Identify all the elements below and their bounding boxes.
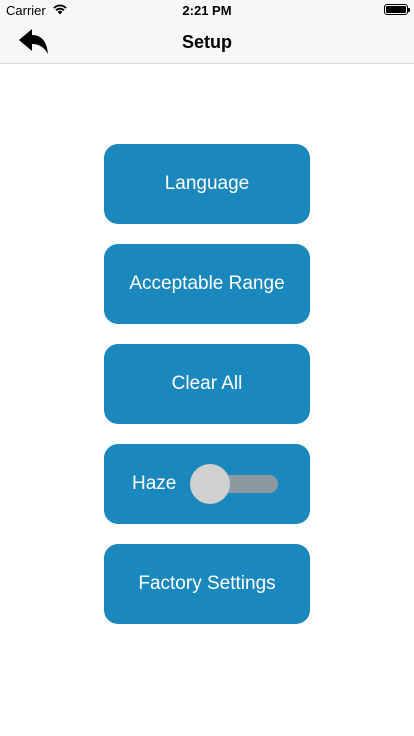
haze-toggle[interactable]: [190, 464, 280, 504]
status-right: [384, 4, 410, 15]
clear-all-button-label: Clear All: [171, 373, 243, 394]
battery-level: [386, 6, 406, 13]
acceptable-range-button[interactable]: Acceptable Range: [104, 244, 310, 324]
setup-menu: Language Acceptable Range Clear All Haze…: [104, 144, 310, 624]
haze-label: Haze: [132, 473, 177, 494]
language-button-label: Language: [164, 173, 250, 194]
navigation-bar: Setup: [0, 20, 414, 64]
setup-screen: Carrier 2:21 PM Setup Language Acceptabl…: [0, 0, 414, 736]
battery-icon: [384, 4, 410, 15]
clear-all-button[interactable]: Clear All: [104, 344, 310, 424]
factory-settings-button[interactable]: Factory Settings: [104, 544, 310, 624]
haze-toggle-knob[interactable]: [190, 464, 230, 504]
page-title: Setup: [181, 32, 232, 52]
factory-settings-button-label: Factory Settings: [138, 573, 276, 594]
acceptable-range-button-label: Acceptable Range: [129, 273, 285, 294]
language-button[interactable]: Language: [104, 144, 310, 224]
status-time: 2:21 PM: [182, 3, 232, 18]
status-bar: Carrier 2:21 PM: [0, 0, 414, 20]
haze-row: Haze: [104, 444, 310, 524]
